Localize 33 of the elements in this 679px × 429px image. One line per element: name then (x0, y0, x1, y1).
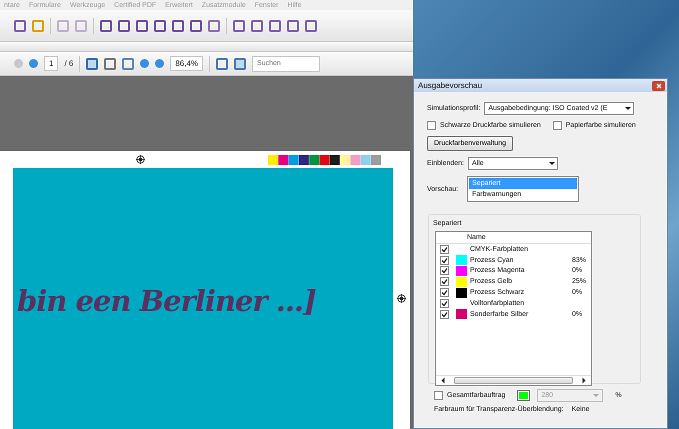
horizontal-scrollbar[interactable] (436, 375, 591, 385)
headline: bin een Berliner ...] (17, 284, 316, 318)
toolbar-icon[interactable] (136, 20, 148, 32)
toolbar-icon[interactable] (269, 20, 281, 32)
toolbar-icon[interactable] (233, 20, 245, 32)
toolbar-icon[interactable] (118, 20, 130, 32)
toolbar-icon[interactable] (154, 20, 166, 32)
toolbar-icon[interactable] (172, 20, 184, 32)
page-count: / 6 (64, 59, 74, 68)
color-button[interactable] (517, 390, 530, 401)
toolbar-icon[interactable] (100, 20, 112, 32)
registration-mark-icon (397, 294, 406, 303)
checkbox[interactable] (440, 298, 449, 308)
checkbox[interactable] (440, 310, 449, 319)
toolbar-icon[interactable] (190, 20, 202, 32)
close-icon (656, 82, 662, 88)
zoom-field[interactable]: 86,4% (170, 56, 204, 71)
toolbar-icon[interactable] (287, 20, 299, 32)
checkbox[interactable] (440, 288, 449, 298)
dialog-title: Ausgabevorschau (418, 81, 482, 90)
toolbar-icon[interactable] (305, 20, 317, 32)
close-button[interactable] (652, 80, 665, 90)
checkbox[interactable] (440, 277, 449, 286)
toolbar-icon[interactable] (14, 20, 26, 32)
page-number-field[interactable]: 1 (44, 56, 58, 71)
checkbox[interactable] (552, 121, 562, 130)
registration-mark-icon (136, 155, 145, 164)
toolbar-icon[interactable] (251, 20, 263, 32)
checkbox[interactable] (440, 244, 449, 254)
toolbar-icon[interactable] (208, 20, 220, 32)
checkbox[interactable] (440, 266, 449, 276)
checkbox[interactable] (427, 121, 436, 130)
checkbox[interactable] (440, 256, 449, 265)
